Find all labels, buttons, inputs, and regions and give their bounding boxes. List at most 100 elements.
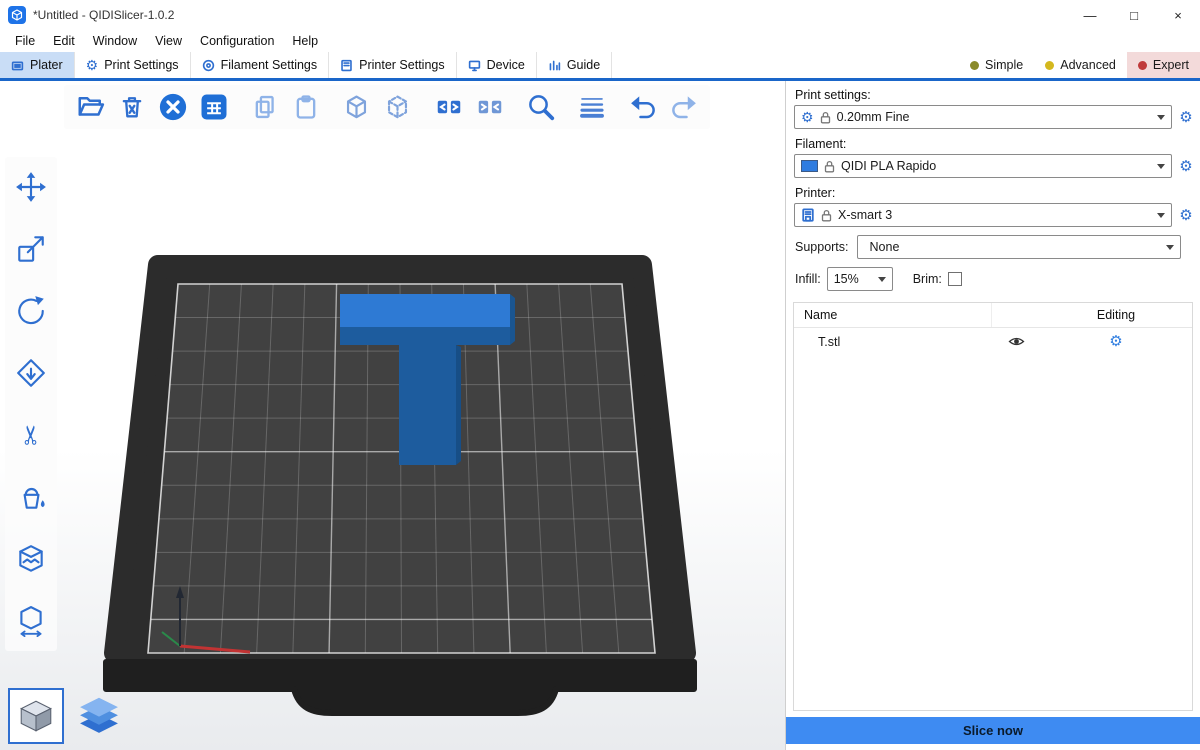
printer-tab-icon: [340, 59, 353, 72]
paste-button[interactable]: [285, 87, 326, 127]
seam-tool-button[interactable]: [9, 537, 53, 581]
open-project-button[interactable]: [70, 87, 111, 127]
3d-viewport[interactable]: ✂: [0, 81, 785, 750]
filament-gear-button[interactable]: ⚙: [1177, 159, 1195, 174]
cut-tool-button[interactable]: ✂: [9, 413, 53, 457]
object-settings-button[interactable]: ⚙: [1040, 334, 1192, 349]
print-settings-combo[interactable]: ⚙ 0.20mm Fine: [794, 105, 1172, 129]
supports-label: Supports:: [795, 240, 849, 254]
seam-cube-icon: [15, 543, 47, 575]
filament-combo[interactable]: QIDI PLA Rapido: [794, 154, 1172, 178]
filament-tab-icon: [202, 59, 215, 72]
rotate-icon: [15, 295, 47, 327]
minimize-button[interactable]: —: [1068, 0, 1112, 30]
add-instance-button[interactable]: [336, 87, 377, 127]
close-button[interactable]: ×: [1156, 0, 1200, 30]
tab-plater[interactable]: Plater: [0, 52, 75, 78]
3d-scene: [0, 81, 785, 750]
rotate-tool-button[interactable]: [9, 289, 53, 333]
trash-icon: [118, 93, 146, 121]
object-list-row[interactable]: T.stl ⚙: [794, 328, 1192, 355]
menu-file[interactable]: File: [6, 32, 44, 50]
undo-button[interactable]: [622, 87, 663, 127]
visibility-toggle[interactable]: [992, 335, 1040, 348]
object-name: T.stl: [794, 328, 992, 355]
menu-view[interactable]: View: [146, 32, 191, 50]
cut-icon: ✂: [18, 424, 44, 446]
arrange-button[interactable]: [193, 87, 234, 127]
top-toolbar: [64, 85, 710, 129]
view-switcher: [8, 688, 128, 744]
place-on-face-tool-button[interactable]: [9, 351, 53, 395]
tab-guide[interactable]: Guide: [537, 52, 612, 78]
slice-now-label: Slice now: [963, 723, 1023, 738]
split-objects-button[interactable]: [428, 87, 469, 127]
move-tool-button[interactable]: [9, 165, 53, 209]
printer-icon: [801, 208, 815, 222]
preview-layers-icon: [74, 695, 124, 741]
3d-editor-view-button[interactable]: [8, 688, 64, 744]
menu-configuration[interactable]: Configuration: [191, 32, 283, 50]
split-parts-button[interactable]: [469, 87, 510, 127]
mode-expert[interactable]: Expert: [1127, 52, 1200, 78]
menu-help[interactable]: Help: [283, 32, 327, 50]
chevron-down-icon: [1166, 245, 1174, 250]
brim-checkbox[interactable]: [948, 272, 962, 286]
tab-printer-settings[interactable]: Printer Settings: [329, 52, 456, 78]
chevron-down-icon: [878, 277, 886, 282]
menu-edit[interactable]: Edit: [44, 32, 84, 50]
printer-gear-button[interactable]: ⚙: [1177, 208, 1195, 223]
copy-button[interactable]: [244, 87, 285, 127]
tab-filament-settings[interactable]: Filament Settings: [191, 52, 330, 78]
preview-view-button[interactable]: [70, 692, 128, 744]
add-instance-icon: [342, 93, 371, 122]
supports-combo[interactable]: None: [857, 235, 1181, 259]
redo-button[interactable]: [663, 87, 704, 127]
slice-now-button[interactable]: Slice now: [786, 717, 1200, 744]
object-edit-icon: ⚙: [1109, 334, 1122, 349]
measure-tool-button[interactable]: [9, 599, 53, 643]
paint-supports-tool-button[interactable]: [9, 475, 53, 519]
guide-tab-icon: [548, 59, 561, 72]
variable-layer-height-button[interactable]: [571, 87, 612, 127]
scale-icon: [15, 233, 47, 265]
print-settings-label: Print settings:: [795, 88, 1200, 102]
lock-icon: [824, 160, 835, 173]
print-settings-tab-icon: ⚙: [86, 58, 99, 72]
search-button[interactable]: [520, 87, 561, 127]
mode-advanced[interactable]: Advanced: [1034, 52, 1127, 78]
filament-color-swatch: [801, 160, 818, 172]
lock-icon: [821, 209, 832, 222]
print-settings-value: 0.20mm Fine: [837, 110, 1151, 124]
search-icon: [526, 92, 556, 122]
infill-combo[interactable]: 15%: [827, 267, 893, 291]
tab-print-settings[interactable]: ⚙ Print Settings: [75, 52, 191, 78]
copy-icon: [251, 93, 279, 121]
chevron-down-icon: [1157, 164, 1165, 169]
printer-value: X-smart 3: [838, 208, 1151, 222]
maximize-button[interactable]: □: [1112, 0, 1156, 30]
menu-window[interactable]: Window: [84, 32, 146, 50]
chevron-down-icon: [1157, 115, 1165, 120]
mode-simple[interactable]: Simple: [959, 52, 1034, 78]
object-list-header: Name Editing: [794, 303, 1192, 328]
brim-label: Brim:: [913, 272, 942, 286]
advanced-mode-dot: [1045, 61, 1054, 70]
tab-bar: Plater ⚙ Print Settings Filament Setting…: [0, 52, 1200, 78]
preset-gear-icon: ⚙: [801, 110, 814, 124]
filament-label: Filament:: [795, 137, 1200, 151]
split-objects-icon: [434, 92, 464, 122]
tab-device[interactable]: Device: [457, 52, 537, 78]
remove-instance-button[interactable]: [377, 87, 418, 127]
filament-value: QIDI PLA Rapido: [841, 159, 1151, 173]
scale-tool-button[interactable]: [9, 227, 53, 271]
column-editing: Editing: [1040, 308, 1192, 322]
delete-all-button[interactable]: [152, 87, 193, 127]
menu-bar: File Edit Window View Configuration Help: [0, 30, 1200, 52]
delete-button[interactable]: [111, 87, 152, 127]
printer-combo[interactable]: X-smart 3: [794, 203, 1172, 227]
printer-label: Printer:: [795, 186, 1200, 200]
print-settings-gear-button[interactable]: ⚙: [1177, 110, 1195, 125]
settings-sidebar: Print settings: ⚙ 0.20mm Fine ⚙ Filament…: [785, 81, 1200, 750]
remove-instance-icon: [383, 93, 412, 122]
